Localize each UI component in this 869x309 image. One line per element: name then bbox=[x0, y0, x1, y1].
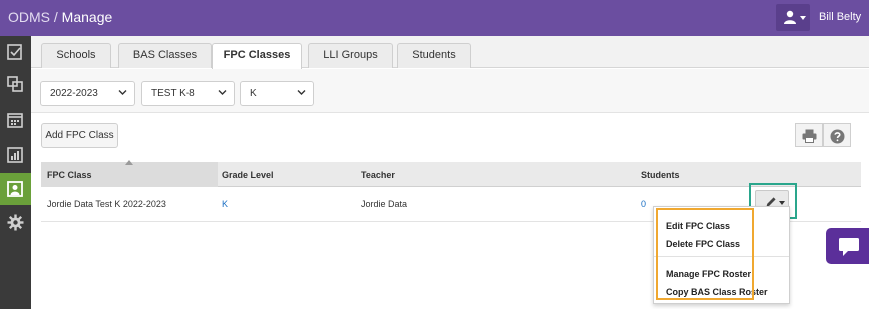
school-select[interactable]: TEST K-8 bbox=[141, 81, 235, 106]
sidebar-item-copy[interactable] bbox=[0, 68, 31, 100]
grade-select-value: K bbox=[250, 88, 257, 99]
sidebar-item-settings[interactable] bbox=[0, 206, 31, 238]
menu-highlight bbox=[656, 208, 754, 300]
filter-bar: 2022-2023 TEST K-8 K bbox=[31, 69, 869, 113]
user-name[interactable]: Bill Belty bbox=[819, 11, 861, 23]
sidebar-item-manage[interactable] bbox=[0, 173, 31, 205]
print-icon bbox=[802, 129, 817, 143]
chevron-down-icon bbox=[218, 90, 227, 95]
chevron-down-icon bbox=[779, 201, 785, 205]
copy-icon bbox=[7, 76, 23, 92]
sort-ascending-icon[interactable] bbox=[125, 160, 133, 165]
main-content: Schools BAS Classes FPC Classes LLI Grou… bbox=[31, 36, 869, 309]
column-header-fpc-class[interactable]: FPC Class bbox=[47, 170, 92, 180]
sidebar-item-assessments[interactable] bbox=[0, 36, 31, 68]
table-header: FPC Class Grade Level Teacher Students bbox=[41, 160, 861, 187]
user-menu-button[interactable] bbox=[776, 4, 810, 31]
app-name[interactable]: ODMS bbox=[8, 9, 50, 25]
cell-grade-level: K bbox=[222, 199, 229, 209]
cell-fpc-class: Jordie Data Test K 2022-2023 bbox=[47, 199, 166, 209]
chevron-down-icon bbox=[297, 90, 306, 95]
checklist-icon bbox=[7, 44, 22, 60]
chat-icon bbox=[839, 238, 859, 256]
help-icon bbox=[830, 129, 845, 144]
year-select-value: 2022-2023 bbox=[50, 88, 98, 99]
add-fpc-class-button[interactable]: Add FPC Class bbox=[41, 123, 118, 148]
roster-icon bbox=[7, 181, 23, 197]
chevron-down-icon bbox=[800, 16, 806, 20]
sidebar-item-calendar[interactable] bbox=[0, 104, 31, 136]
school-select-value: TEST K-8 bbox=[151, 88, 195, 99]
breadcrumb-separator: / bbox=[50, 9, 62, 25]
sidebar-item-reports[interactable] bbox=[0, 139, 31, 171]
column-header-students[interactable]: Students bbox=[641, 170, 680, 180]
print-button[interactable] bbox=[795, 123, 823, 147]
tab-lli-groups[interactable]: LLI Groups bbox=[308, 43, 393, 68]
bar-chart-icon bbox=[7, 147, 23, 163]
tab-bar: Schools BAS Classes FPC Classes LLI Grou… bbox=[31, 36, 869, 69]
gear-icon bbox=[7, 214, 24, 231]
chat-button[interactable] bbox=[826, 228, 869, 264]
grade-select[interactable]: K bbox=[240, 81, 314, 106]
tab-students[interactable]: Students bbox=[397, 43, 471, 68]
cell-teacher: Jordie Data bbox=[361, 199, 408, 209]
help-button[interactable] bbox=[823, 123, 851, 147]
sidebar bbox=[0, 36, 31, 309]
top-bar: ODMS / Manage Bill Belty bbox=[0, 0, 869, 36]
user-icon bbox=[784, 10, 796, 24]
cell-students-count[interactable]: 0 bbox=[641, 199, 646, 209]
tab-bas-classes[interactable]: BAS Classes bbox=[118, 43, 212, 68]
column-header-teacher[interactable]: Teacher bbox=[361, 170, 395, 180]
breadcrumb: ODMS / Manage bbox=[8, 9, 112, 25]
calendar-icon bbox=[7, 113, 23, 128]
chevron-down-icon bbox=[118, 90, 127, 95]
column-header-grade-level[interactable]: Grade Level bbox=[222, 170, 274, 180]
page-title: Manage bbox=[61, 9, 113, 25]
year-select[interactable]: 2022-2023 bbox=[40, 81, 135, 106]
tab-schools[interactable]: Schools bbox=[41, 43, 111, 68]
tab-fpc-classes[interactable]: FPC Classes bbox=[212, 43, 302, 69]
